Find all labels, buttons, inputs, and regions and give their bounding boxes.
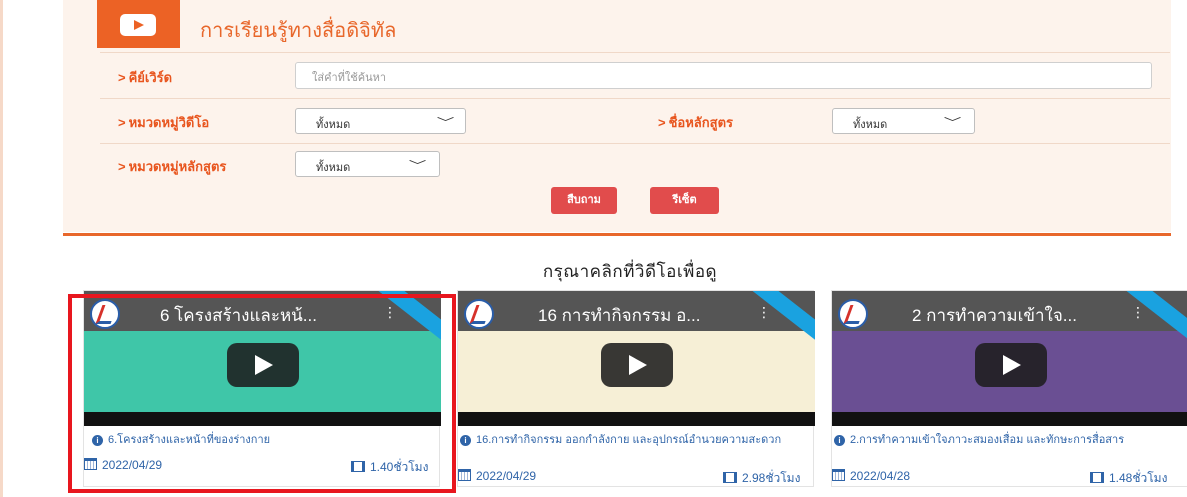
video-date: 2022/04/29 (458, 469, 536, 483)
calendar-icon (832, 469, 845, 481)
video-category-label: > หมวดหมู่วิดีโอ (118, 115, 210, 130)
page-title: การเรียนรู้ทางสื่อดิจิทัล (200, 20, 397, 42)
instruction-text: กรุณาคลิกที่วิดีโอเพื่อดู (542, 262, 718, 281)
more-vertical-icon[interactable]: ⋮ (1131, 305, 1145, 321)
reset-button[interactable]: รีเซ็ต (650, 187, 719, 214)
course-category-label: > หมวดหมู่หลักสูตร (118, 159, 227, 174)
chevron-right-icon: > (118, 70, 126, 85)
video-thumbnail[interactable]: 2 การทำความเข้าใจ... ⋮ (832, 291, 1187, 426)
keyword-label: > คีย์เวิร์ด (118, 70, 173, 85)
course-label: > ชื่อหลักสูตร (658, 115, 733, 130)
divider (100, 52, 1170, 53)
left-border (0, 0, 3, 497)
video-title[interactable]: i 2.การทำความเข้าใจภาวะสมองเสื่อม และทักษ… (832, 434, 1187, 446)
video-duration: 1.48ชั่วโมง (1090, 469, 1167, 488)
video-date: 2022/04/28 (832, 469, 910, 483)
video-title[interactable]: i 16.การทำกิจกรรม ออกกำลังกาย และอุปกรณ์อ… (458, 434, 815, 446)
video-duration: 2.98ชั่วโมง (723, 469, 800, 488)
panel-divider (63, 233, 1171, 236)
play-button-icon[interactable] (974, 343, 1047, 387)
video-category-select[interactable]: ทั้งหมด ﹀ (295, 108, 466, 134)
calendar-icon (458, 469, 471, 481)
channel-logo-icon (838, 299, 868, 329)
youtube-play-icon (120, 14, 156, 36)
more-vertical-icon[interactable]: ⋮ (757, 305, 771, 321)
play-button-icon[interactable] (600, 343, 673, 387)
chevron-right-icon: > (118, 159, 126, 174)
chevron-down-icon: ﹀ (943, 117, 962, 129)
info-icon: i (834, 435, 845, 446)
chevron-down-icon: ﹀ (408, 160, 427, 172)
channel-logo-icon (464, 299, 494, 329)
film-icon (1090, 472, 1104, 483)
search-button[interactable]: สืบถาม (551, 187, 617, 214)
chevron-down-icon: ﹀ (436, 117, 455, 129)
divider (100, 98, 1170, 99)
course-category-select[interactable]: ทั้งหมด ﹀ (295, 151, 440, 177)
chevron-right-icon: > (658, 115, 666, 130)
selection-highlight (68, 294, 456, 493)
divider (100, 143, 1170, 144)
course-select[interactable]: ทั้งหมด ﹀ (832, 108, 975, 134)
chevron-right-icon: > (118, 115, 126, 130)
video-card[interactable]: 2 การทำความเข้าใจ... ⋮ i 2.การทำความเข้าใ… (831, 290, 1187, 487)
keyword-input[interactable]: ใส่คำที่ใช้ค้นหา (295, 62, 1152, 89)
film-icon (723, 472, 737, 483)
info-icon: i (460, 435, 471, 446)
video-card[interactable]: 16 การทำกิจกรรม อ... ⋮ i 16.การทำกิจกรรม … (457, 290, 815, 488)
video-thumbnail[interactable]: 16 การทำกิจกรรม อ... ⋮ (458, 291, 815, 426)
